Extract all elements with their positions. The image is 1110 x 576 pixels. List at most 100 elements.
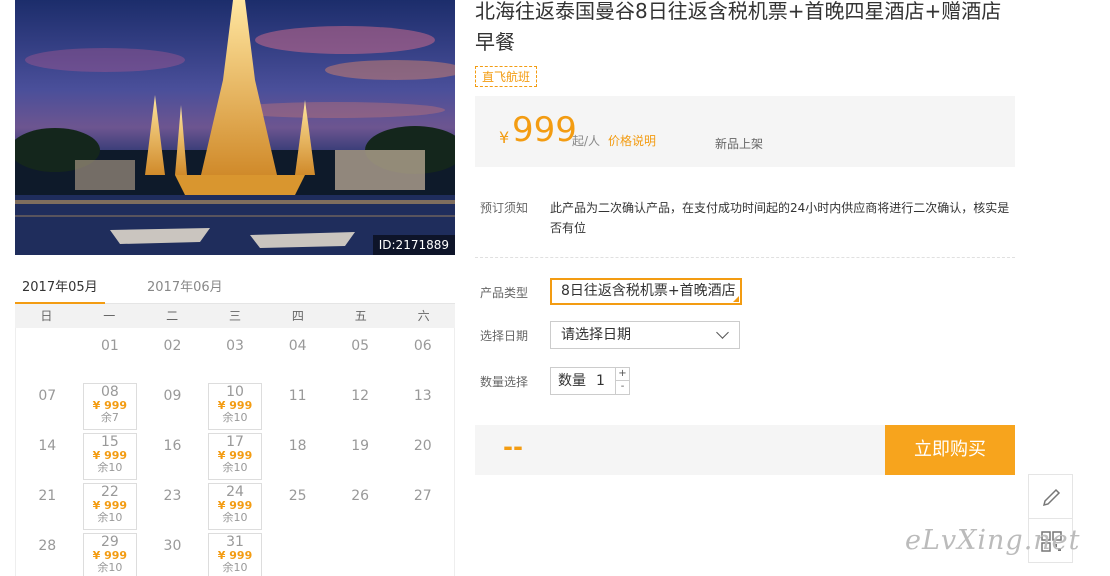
quantity-text: 数量 [558,373,586,389]
calendar-day-available[interactable]: 24 ¥ 999 余10 [204,478,267,530]
calendar-day: 16 [141,428,204,478]
calendar-day-available[interactable]: 10 ¥ 999 余10 [204,378,267,430]
calendar-day-number: 19 [351,438,370,454]
calendar-day-number: 09 [163,388,182,404]
calendar-day-available[interactable]: 08 ¥ 999 余7 [79,378,142,430]
calendar-day: 28 [16,528,79,576]
direct-flight-badge: 直飞航班 [475,66,538,87]
calendar-week-row: 07 08 ¥ 999 余7 09 10 ¥ 999 余10 11 12 13 [16,378,454,430]
calendar-day-box [82,533,138,576]
weekday-label: 三 [229,309,242,323]
calendar-day-number: 21 [38,488,57,504]
calendar-day: 01 [79,328,142,378]
calendar-day: 26 [329,478,392,528]
date-select-placeholder: 请选择日期 [561,327,631,343]
calendar-day [266,528,329,576]
quantity-stepper: 数量 1 + - [550,367,630,395]
quantity-label: 数量选择 [480,375,529,389]
chevron-down-icon [716,326,729,339]
divider [475,257,1015,258]
calendar-day [329,528,392,576]
calendar-day-box [207,483,263,530]
product-type-option[interactable]: 8日往返含税机票+首晚酒店 [550,278,742,305]
calendar-day-number: 07 [38,388,57,404]
calendar-day-box [207,533,263,576]
calendar-day: 12 [329,378,392,428]
calendar-day: 09 [141,378,204,428]
quantity-increase-button[interactable]: + [615,368,629,381]
tab-month-june[interactable]: 2017年06月 [147,276,223,295]
calendar-day-number [329,528,392,538]
calendar-day: 13 [391,378,454,428]
calendar-day-number: 30 [163,538,182,554]
weekday-label: 一 [103,309,116,323]
calendar-day-number: 26 [351,488,370,504]
price-box: ¥ 999 起/人 价格说明 新品上架 [475,96,1015,167]
calendar-day-number: 04 [288,338,307,354]
product-image: ID:2171889 [15,0,455,255]
calendar-day: 21 [16,478,79,528]
calendar-day-number: 28 [38,538,57,554]
calendar-week-row: 01 02 03 04 05 06 [16,328,454,378]
calendar-day-box [207,383,263,430]
currency-symbol: ¥ [499,128,510,147]
purchase-bar: -- 立即购买 [475,425,1015,475]
price-unit: 起/人 [572,134,601,148]
calendar-day-number: 01 [100,338,119,354]
calendar-day-number: 14 [38,438,57,454]
weekday-label: 四 [291,309,304,323]
calendar-day-box [82,433,138,480]
calendar-day: 27 [391,478,454,528]
calendar-day: 07 [16,378,79,428]
buy-now-button[interactable]: 立即购买 [885,425,1015,475]
calendar-day-number: 03 [226,338,244,354]
temple-illustration [15,0,455,255]
pencil-icon [1042,488,1061,507]
calendar-month-tabs: 2017年05月 2017年06月 [15,268,455,305]
calendar-day-available[interactable]: 31 ¥ 999 余10 [204,528,267,576]
quantity-decrease-button[interactable]: - [615,381,629,394]
calendar-day-number [16,328,79,338]
site-watermark: eLvXing.net [905,525,1081,556]
calendar-day: 20 [391,428,454,478]
calendar-day: 14 [16,428,79,478]
calendar-day: 11 [266,378,329,428]
calendar-day: 04 [266,328,329,378]
calendar-day-number: 11 [288,388,307,404]
weekday-label: 五 [354,309,367,323]
calendar-day-available[interactable]: 15 ¥ 999 余10 [79,428,142,480]
calendar-weekday-header: 日 一 二 三 四 五 六 [15,304,455,328]
tab-month-may[interactable]: 2017年05月 [15,276,105,305]
calendar-day-number: 12 [351,388,370,404]
calendar-day-available[interactable]: 17 ¥ 999 余10 [204,428,267,480]
calendar-day-number: 23 [163,488,182,504]
calendar-day: 23 [141,478,204,528]
calendar-day-number: 20 [413,438,432,454]
price-explain-link[interactable]: 价格说明 [608,132,656,149]
calendar-day-number: 05 [351,338,370,354]
calendar-week-row: 28 29 ¥ 999 余10 30 31 ¥ 999 余10 [16,528,454,576]
calendar-day-available[interactable]: 29 ¥ 999 余10 [79,528,142,576]
date-label: 选择日期 [480,329,529,343]
calendar-day-box [207,433,263,480]
calendar-day-number: 27 [413,488,432,504]
calendar-day: 02 [141,328,204,378]
edit-tool-button[interactable] [1028,474,1073,519]
calendar-day-box [82,483,138,530]
booking-notice-label: 预订须知 [480,201,529,215]
new-product-tag: 新品上架 [715,137,764,151]
product-title: 北海往返泰国曼谷8日往返含税机票+首晚四星酒店+赠酒店早餐 [475,0,1002,54]
quantity-input[interactable]: 1 [596,368,605,394]
calendar-day-available[interactable]: 22 ¥ 999 余10 [79,478,142,530]
calendar-day-number: 25 [288,488,307,504]
calendar-day-number: 13 [413,388,432,404]
calendar-day-number: 18 [288,438,307,454]
calendar-day: 06 [391,328,454,378]
calendar-day [391,528,454,576]
calendar-day: 05 [329,328,392,378]
weekday-label: 二 [166,309,179,323]
calendar-day-number [266,528,329,538]
calendar-day [16,328,79,378]
calendar-day: 03 [204,328,267,378]
date-select[interactable]: 请选择日期 [550,321,740,349]
